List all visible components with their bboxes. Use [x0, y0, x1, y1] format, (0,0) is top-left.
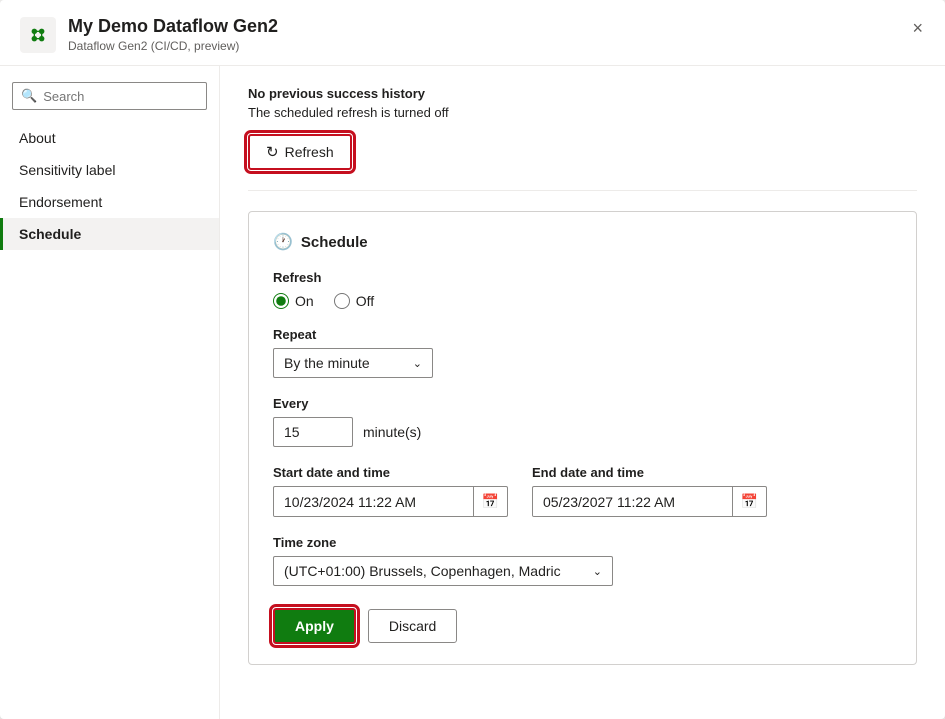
minute-suffix: minute(s) [363, 424, 421, 440]
radio-on-input[interactable] [273, 293, 289, 309]
date-row: Start date and time 📅 End date and time [273, 465, 892, 517]
start-calendar-button[interactable]: 📅 [473, 487, 507, 516]
header-titles: My Demo Dataflow Gen2 Dataflow Gen2 (CI/… [68, 16, 278, 53]
schedule-section-label: Schedule [301, 234, 368, 251]
sidebar-item-sensitivity[interactable]: Sensitivity label [0, 154, 219, 186]
dialog-subtitle: Dataflow Gen2 (CI/CD, preview) [68, 39, 278, 53]
sidebar-item-label-about: About [19, 130, 56, 146]
clock-icon: 🕐 [273, 232, 293, 252]
end-date-field: End date and time 📅 [532, 465, 767, 517]
sidebar-item-label-endorsement: Endorsement [19, 194, 102, 210]
every-label: Every [273, 396, 892, 411]
start-date-wrapper: 📅 [273, 486, 508, 517]
refresh-radio-group: On Off [273, 293, 892, 309]
refresh-button-label: Refresh [285, 144, 334, 160]
sidebar-item-about[interactable]: About [0, 122, 219, 154]
schedule-header: 🕐 Schedule [273, 232, 892, 252]
dialog-title: My Demo Dataflow Gen2 [68, 16, 278, 37]
end-calendar-button[interactable]: 📅 [732, 487, 766, 516]
repeat-section: Repeat By the minute ⌄ [273, 327, 892, 378]
sidebar-item-endorsement[interactable]: Endorsement [0, 186, 219, 218]
radio-off-label: Off [356, 293, 374, 309]
schedule-card: 🕐 Schedule Refresh On Off [248, 211, 917, 665]
refresh-label: Refresh [273, 270, 892, 285]
chevron-down-icon: ⌄ [413, 357, 422, 370]
search-input[interactable] [43, 89, 198, 104]
radio-off-option[interactable]: Off [334, 293, 374, 309]
radio-on-label: On [295, 293, 314, 309]
discard-button[interactable]: Discard [368, 609, 457, 643]
timezone-value: (UTC+01:00) Brussels, Copenhagen, Madric [284, 563, 561, 579]
dialog: My Demo Dataflow Gen2 Dataflow Gen2 (CI/… [0, 0, 945, 719]
sidebar: 🔍 About Sensitivity label Endorsement Sc… [0, 66, 220, 719]
calendar-icon: 📅 [482, 493, 499, 510]
repeat-label: Repeat [273, 327, 892, 342]
end-date-wrapper: 📅 [532, 486, 767, 517]
repeat-value: By the minute [284, 355, 370, 371]
timezone-section: Time zone (UTC+01:00) Brussels, Copenhag… [273, 535, 892, 586]
sidebar-item-label-sensitivity: Sensitivity label [19, 162, 116, 178]
action-row: Apply Discard [273, 608, 892, 644]
every-row: minute(s) [273, 417, 892, 447]
refresh-btn-container: ↻ Refresh [248, 134, 917, 170]
repeat-dropdown[interactable]: By the minute ⌄ [273, 348, 433, 378]
every-section: Every minute(s) [273, 396, 892, 447]
timezone-label: Time zone [273, 535, 892, 550]
sidebar-item-schedule[interactable]: Schedule [0, 218, 219, 250]
no-history-text: No previous success history [248, 86, 917, 101]
apply-button[interactable]: Apply [273, 608, 356, 644]
radio-off-input[interactable] [334, 293, 350, 309]
dialog-header: My Demo Dataflow Gen2 Dataflow Gen2 (CI/… [0, 0, 945, 66]
start-date-input[interactable] [274, 488, 473, 516]
end-date-label: End date and time [532, 465, 767, 480]
end-date-input[interactable] [533, 488, 732, 516]
search-icon: 🔍 [21, 88, 37, 104]
divider [248, 190, 917, 191]
start-date-field: Start date and time 📅 [273, 465, 508, 517]
sidebar-item-label-schedule: Schedule [19, 226, 81, 242]
refresh-button[interactable]: ↻ Refresh [248, 134, 352, 170]
main-content: No previous success history The schedule… [220, 66, 945, 719]
dialog-body: 🔍 About Sensitivity label Endorsement Sc… [0, 66, 945, 719]
start-date-label: Start date and time [273, 465, 508, 480]
search-box[interactable]: 🔍 [12, 82, 207, 110]
scheduled-off-text: The scheduled refresh is turned off [248, 105, 917, 120]
refresh-icon: ↻ [266, 143, 279, 161]
timezone-dropdown[interactable]: (UTC+01:00) Brussels, Copenhagen, Madric… [273, 556, 613, 586]
every-input[interactable] [273, 417, 353, 447]
calendar-icon-end: 📅 [741, 493, 758, 510]
timezone-chevron-icon: ⌄ [593, 565, 602, 578]
close-button[interactable]: × [906, 14, 929, 43]
radio-on-option[interactable]: On [273, 293, 314, 309]
app-icon [20, 17, 56, 53]
